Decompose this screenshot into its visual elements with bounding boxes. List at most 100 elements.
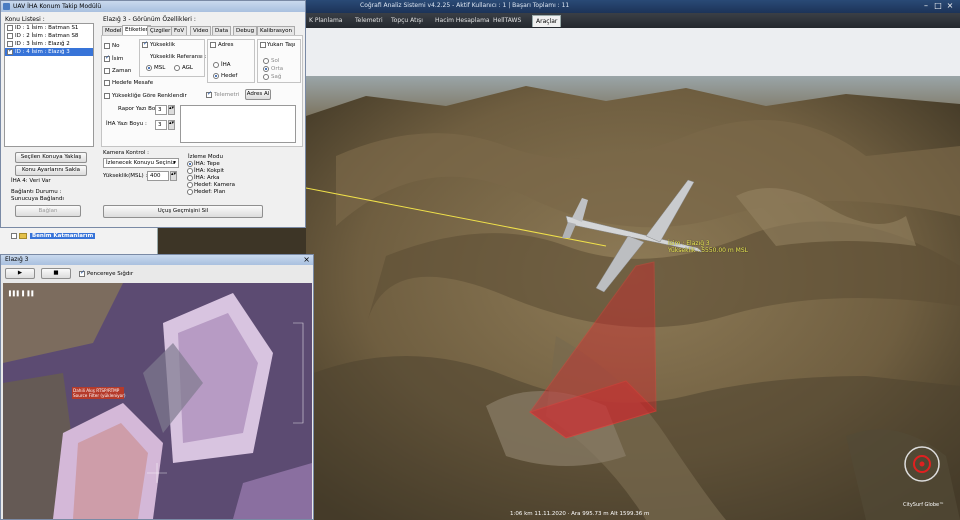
color-by-altitude-checkbox[interactable] <box>104 93 110 99</box>
iha-radio[interactable] <box>213 62 219 68</box>
layer-checkbox[interactable] <box>11 233 17 239</box>
sag-radio[interactable] <box>263 74 269 80</box>
watch-mode-label: İHA: Arka <box>194 175 220 181</box>
camera-control-label: Kamera Kontrol : <box>103 150 149 156</box>
my-layers-label[interactable]: Benim Katmanlarım <box>30 233 95 239</box>
report-spin-icon[interactable]: ▴▾ <box>168 105 175 115</box>
tab-hacim-hesaplama[interactable]: Hacim Hesaplama <box>432 15 493 26</box>
yukseklik-checkbox[interactable] <box>142 42 148 48</box>
watch-mode-radio[interactable] <box>187 189 193 195</box>
telemetri-checkbox[interactable] <box>206 92 212 98</box>
play-icon: ▶ <box>18 270 22 276</box>
tracking-module-window: UAV İHA Konum Takip Modülü Konu Listesi … <box>0 0 306 228</box>
list-item[interactable]: ID : 2 İsim : Batman S8 <box>5 32 93 40</box>
msl-label: MSL <box>154 65 165 71</box>
altitude-msl-label: Yükseklik(MSL) : <box>103 173 147 179</box>
iha-font-size-input[interactable]: 3 <box>155 120 167 130</box>
aircraft-label: İsim : Elazığ 3 Yükseklik : 5550.00 m MS… <box>668 240 748 254</box>
list-title: Konu Listesi : <box>5 16 45 23</box>
list-item-checkbox[interactable] <box>7 25 13 31</box>
watch-mode-radio[interactable] <box>187 175 193 181</box>
no-label: No <box>112 43 119 49</box>
tracking-window-title: UAV İHA Konum Takip Modülü <box>13 3 101 10</box>
sol-label: Sol <box>271 58 279 64</box>
list-item[interactable]: ID : 3 İsim : Elazığ 2 <box>5 40 93 48</box>
tab-araclar[interactable]: Araçlar <box>532 15 561 27</box>
navigation-control[interactable] <box>904 447 944 487</box>
yukari-tasi-checkbox[interactable] <box>260 42 266 48</box>
video-window-title: Elazığ 3 <box>5 256 28 263</box>
report-font-size-input[interactable]: 3 <box>155 105 167 115</box>
color-by-altitude-label: Yüksekliğe Göre Renklendir <box>112 93 187 99</box>
orta-radio[interactable] <box>263 66 269 72</box>
stop-icon: ■ <box>53 270 58 276</box>
video-hud-text: ▌▌▌ ▌ ▌▌ <box>8 290 35 297</box>
fit-window-label: Pencereye Sığdır <box>87 271 133 277</box>
iha-font-size-label: İHA Yazı Boyu : <box>106 121 147 127</box>
watch-mode-radio[interactable] <box>187 161 193 167</box>
altitude-reference-label: Yükseklik Referansı : <box>150 54 206 60</box>
msl-radio[interactable] <box>146 65 152 71</box>
tab-planlama[interactable]: K Planlama <box>306 15 345 26</box>
app-icon <box>3 3 10 10</box>
list-item-checkbox[interactable] <box>7 49 13 55</box>
minimize-icon[interactable]: – <box>920 0 932 11</box>
save-settings-button[interactable]: Konu Ayarlarını Sakla <box>15 165 87 176</box>
hedefe-mesafe-label: Hedefe Mesafe <box>112 80 153 86</box>
map-status-bar: 1:06 km 11.11.2020 · Ara 995.73 m Alt 15… <box>510 511 649 517</box>
chevron-down-icon: ▾ <box>173 159 176 168</box>
tab-telemetri[interactable]: Telemetri <box>352 15 386 26</box>
zaman-label: Zaman <box>112 68 131 74</box>
hedef-radio[interactable] <box>213 73 219 79</box>
orta-label: Orta <box>271 66 283 72</box>
adres-checkbox[interactable] <box>210 42 216 48</box>
tracking-window-title-bar: UAV İHA Konum Takip Modülü <box>1 1 305 12</box>
clear-flight-history-button[interactable]: Uçuş Geçmişini Sil <box>103 205 263 218</box>
adres-al-button[interactable]: Adres Al <box>245 89 271 100</box>
list-item[interactable]: ID : 1 İsim : Batman S1 <box>5 24 93 32</box>
watch-mode-label: Hedef: Plan <box>194 189 225 195</box>
watch-mode-label: İzleme Modu <box>188 154 223 160</box>
terrain-map[interactable] <box>306 76 960 520</box>
camera-target-select[interactable]: İzlenecek Konuyu Seçiniz▾ <box>103 158 179 168</box>
sol-radio[interactable] <box>263 58 269 64</box>
fit-window-checkbox[interactable] <box>79 271 85 277</box>
yukseklik-label: Yükseklik <box>150 42 175 48</box>
zaman-checkbox[interactable] <box>104 68 110 74</box>
watch-mode-radio[interactable] <box>187 182 193 188</box>
video-window: Elazığ 3 × ▶ ■ Pencereye Sığdır ▌▌▌ ▌ ▌▌… <box>0 254 314 520</box>
tab-helltaws[interactable]: HellTAWS <box>490 15 524 26</box>
altitude-msl-input[interactable]: 400 <box>147 171 169 181</box>
stop-button[interactable]: ■ <box>41 268 71 279</box>
connect-button[interactable]: Bağlan <box>15 205 81 217</box>
agl-label: AGL <box>182 65 193 71</box>
layers-panel: Benim Katmanlarım <box>0 228 158 254</box>
hedefe-mesafe-checkbox[interactable] <box>104 80 110 86</box>
iha-spin-icon[interactable]: ▴▾ <box>168 120 175 130</box>
sag-label: Sağ <box>271 74 281 80</box>
isim-label: İsim <box>112 56 123 62</box>
video-window-title-bar: Elazığ 3 × <box>1 255 313 265</box>
play-button[interactable]: ▶ <box>5 268 35 279</box>
video-feed: ▌▌▌ ▌ ▌▌ <box>3 283 312 519</box>
globe-brand: CitySurf Globe™ <box>903 502 944 508</box>
uav-list[interactable]: ID : 1 İsim : Batman S1 ID : 2 İsim : Ba… <box>4 23 94 147</box>
goto-selected-button[interactable]: Seçilen Konuya Yaklaş <box>15 152 87 163</box>
aircraft-altitude: Yükseklik : 5550.00 m MSL <box>668 247 748 254</box>
watch-mode-radio[interactable] <box>187 168 193 174</box>
list-item-selected[interactable]: ID : 4 İsim : Elazığ 3 <box>5 48 93 56</box>
maximize-icon[interactable]: □ <box>932 0 944 11</box>
agl-radio[interactable] <box>174 65 180 71</box>
close-icon[interactable]: × <box>944 0 956 11</box>
aircraft-name: İsim : Elazığ 3 <box>668 240 748 247</box>
iha-status: İHA 4: Veri Var <box>11 178 51 184</box>
no-checkbox[interactable] <box>104 43 110 49</box>
app-title: Coğrafi Analiz Sistemi v4.2.25 - Aktif K… <box>360 2 569 9</box>
close-icon[interactable]: × <box>303 255 310 264</box>
folder-icon <box>19 233 27 239</box>
notes-textarea[interactable] <box>180 105 296 143</box>
tab-topcu-atisi[interactable]: Topçu Atışı <box>388 15 426 26</box>
altitude-spin-icon[interactable]: ▴▾ <box>170 171 177 181</box>
isim-checkbox[interactable] <box>104 56 110 62</box>
list-item-checkbox[interactable] <box>7 33 13 39</box>
